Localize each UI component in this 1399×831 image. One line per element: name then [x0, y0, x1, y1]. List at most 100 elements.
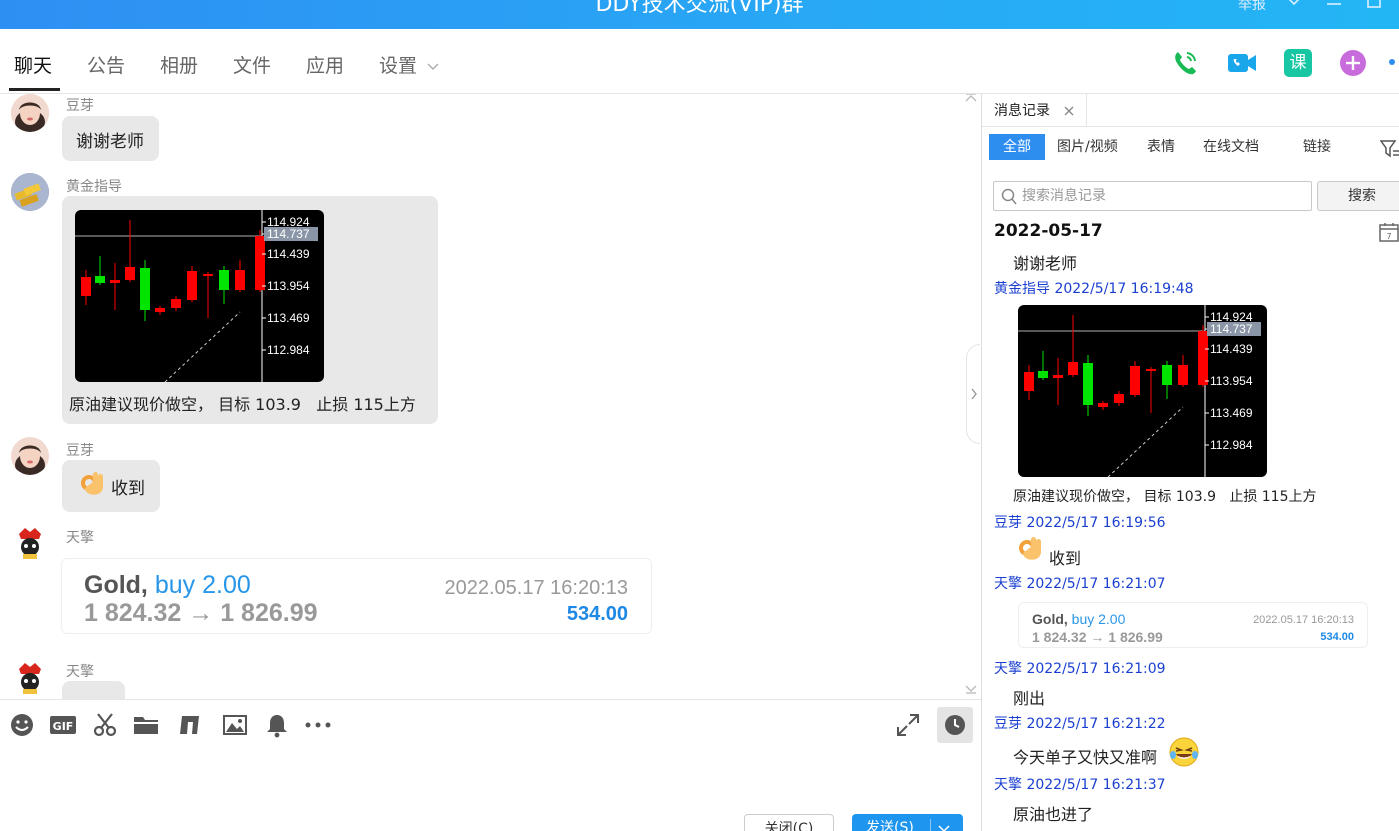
tab-album[interactable]: 相册 [160, 53, 198, 79]
send-label: 发送(S) [866, 820, 914, 831]
close-button[interactable]: 关闭(C) [744, 814, 834, 831]
filter-links[interactable]: 链接 [1297, 134, 1337, 160]
chat-messages[interactable]: 豆芽 谢谢老师 黄金指导 114.924 114.737 114.439 113.95… [0, 94, 981, 699]
history-caption[interactable]: 原油建议现价做空， 目标 103.9 止损 115上方 [1013, 486, 1317, 506]
report-link[interactable]: 举报 [1238, 0, 1266, 14]
avatar[interactable] [11, 659, 49, 697]
video-call-icon[interactable] [1227, 49, 1256, 77]
tab-notice[interactable]: 公告 [87, 53, 125, 79]
price-label: 113.469 [1210, 406, 1253, 420]
candle-body [140, 268, 150, 310]
send-button[interactable]: 发送(S) [852, 814, 963, 831]
message-bubble[interactable]: 114.924 114.737 114.439 113.954 113.469 112.9… [62, 196, 438, 424]
chevron-down-icon[interactable] [1285, 0, 1303, 12]
music-icon[interactable] [177, 712, 203, 738]
sender-name: 天擎 [66, 664, 94, 680]
more-icon[interactable] [304, 712, 331, 738]
message-bubble[interactable]: 收到 [62, 460, 160, 512]
tab-message-history[interactable]: 消息记录 [982, 94, 1087, 127]
candle-body [255, 236, 265, 290]
sender-name: 黄金指导 [66, 179, 122, 195]
history-message[interactable]: 原油也进了 [1013, 801, 1093, 825]
history-message[interactable]: 收到 [1049, 545, 1081, 569]
candle-body [1114, 394, 1124, 403]
class-icon[interactable]: 课 [1284, 49, 1312, 77]
close-icon[interactable] [1064, 106, 1074, 116]
tab-chat[interactable]: 聊天 [14, 53, 52, 79]
trade-card[interactable]: Gold, buy 2.00 1 824.32 → 1 826.99 2022.… [61, 558, 652, 634]
sender-name: 天擎 [66, 530, 94, 546]
history-meta: 黄金指导 2022/5/17 16:19:48 [994, 281, 1194, 297]
folder-icon[interactable] [133, 712, 159, 738]
candle-body [235, 270, 245, 290]
candle-body [219, 270, 229, 290]
calendar-icon[interactable]: 7 [1379, 222, 1399, 242]
window-title: DDY技术交流(VIP)群 [595, 0, 804, 17]
laughing-tears-emoji-icon [1168, 736, 1200, 772]
panel-toggle-handle[interactable] [966, 344, 980, 444]
maximize-icon[interactable] [1366, 0, 1382, 14]
avatar[interactable] [11, 94, 49, 132]
trade-symbol: Gold, buy 2.00 [84, 571, 251, 600]
clock-icon [945, 715, 965, 735]
emoji-icon[interactable] [9, 712, 35, 738]
trade-prices: 1 824.32 → 1 826.99 [84, 599, 318, 627]
trade-profit: 534.00 [566, 603, 628, 625]
add-app-icon[interactable] [1339, 49, 1367, 77]
trend-line [1107, 406, 1184, 477]
candle-body [171, 299, 181, 308]
avatar[interactable] [11, 173, 49, 211]
message-text: 收到 [111, 479, 145, 499]
candlestick-chart[interactable]: 114.924 114.737 114.439 113.954 113.469 112.9… [75, 210, 324, 382]
more-dot-icon[interactable] [1389, 59, 1395, 65]
filter-funnel-icon[interactable] [1380, 140, 1399, 158]
trade-time: 2022.05.17 16:20:13 [444, 577, 628, 599]
image-icon[interactable] [222, 712, 248, 738]
tab-apps[interactable]: 应用 [306, 53, 344, 79]
price-label: 114.439 [267, 247, 310, 261]
tab-message-history-label: 消息记录 [994, 103, 1050, 119]
history-meta: 天擎 2022/5/17 16:21:09 [994, 661, 1166, 677]
history-message[interactable]: 谢谢老师 [1013, 250, 1077, 274]
minimize-icon[interactable] [1326, 0, 1342, 12]
candle-body [1130, 366, 1140, 395]
trade-side: buy 2.00 [154, 571, 251, 599]
scissors-icon[interactable] [92, 712, 118, 738]
gif-icon[interactable]: GIF [49, 712, 76, 738]
history-trade-card[interactable]: Gold, buy 2.00 1 824.32 → 1 826.99 2022.… [1018, 602, 1368, 648]
collapse-up-icon[interactable] [964, 94, 978, 108]
history-message[interactable]: 刚出 [1013, 685, 1045, 709]
tab-settings[interactable]: 设置 [379, 53, 439, 79]
history-candlestick-chart[interactable]: 114.924 114.737 114.439 113.954 113.469 112.9… [1018, 305, 1267, 477]
tab-files[interactable]: 文件 [233, 53, 271, 79]
send-divider [930, 819, 931, 831]
candle-body [1053, 375, 1063, 378]
trade-profit: 534.00 [1320, 631, 1354, 643]
collapse-down-icon[interactable] [964, 683, 978, 699]
candle-body [1024, 372, 1034, 391]
chevron-down-icon[interactable] [938, 825, 950, 831]
history-date: 2022-05-17 [994, 221, 1103, 241]
bell-icon[interactable] [264, 712, 290, 738]
price-label: 112.984 [267, 343, 310, 357]
trade-symbol-text: Gold, [1032, 611, 1068, 627]
history-clock-button[interactable] [937, 707, 973, 743]
message-bubble[interactable] [62, 681, 125, 699]
candle-body [1098, 403, 1108, 407]
avatar[interactable] [11, 524, 49, 562]
search-button[interactable]: 搜索 [1317, 181, 1399, 211]
price-label: 113.469 [267, 311, 310, 325]
voice-call-icon[interactable] [1171, 49, 1199, 77]
expand-icon[interactable] [895, 712, 921, 738]
filter-stickers[interactable]: 表情 [1141, 134, 1181, 160]
history-search-input[interactable] [1022, 186, 1302, 206]
history-message[interactable]: 今天单子又快又准啊 [1013, 744, 1157, 768]
history-meta: 天擎 2022/5/17 16:21:37 [994, 777, 1166, 793]
avatar[interactable] [11, 437, 49, 475]
filter-docs[interactable]: 在线文档 [1197, 134, 1265, 160]
filter-media[interactable]: 图片/视频 [1051, 134, 1124, 160]
price-label: 114.737 [1210, 322, 1253, 336]
trade-symbol: Gold, buy 2.00 [1032, 611, 1125, 627]
message-bubble[interactable]: 谢谢老师 [62, 116, 159, 161]
filter-all[interactable]: 全部 [989, 134, 1045, 160]
